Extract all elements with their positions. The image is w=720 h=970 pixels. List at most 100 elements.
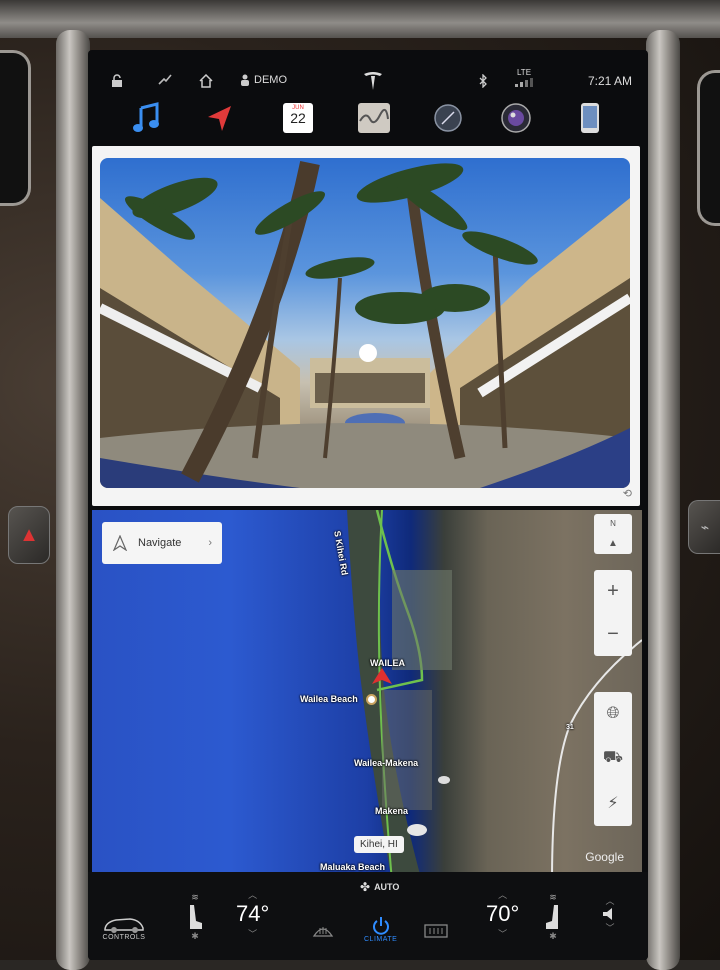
right-air-vent [697,70,720,226]
seat-heat-level-icon: ≋ [191,892,199,902]
place-label-wailea-makena[interactable]: Wailea-Makena [354,758,418,768]
rear-defrost-icon [424,924,448,938]
camera-scene-image [100,160,630,488]
web-icon [434,104,462,132]
compass-button[interactable]: N ▲ [594,514,632,554]
navigate-button[interactable]: Navigate › [102,522,222,564]
calendar-icon: JUN 22 [283,103,313,133]
climate-bar: CONTROLS ≋ ✱ ︿ 74° ﹀ ✤ AUTO CLIMATE ︿ 70… [88,872,648,960]
location-bubble[interactable]: Kihei, HI [354,836,404,853]
place-label-makena[interactable]: Makena [375,806,408,816]
compass-north-label: N [610,519,616,528]
compass-icon: ▲ [608,538,618,549]
zoom-out-button[interactable]: − [607,623,619,646]
place-label-maluaka-beach[interactable]: Maluaka Beach [320,862,385,872]
navigation-app-button[interactable] [200,98,240,138]
seat-icon [546,905,558,929]
phone-app-button[interactable] [570,98,610,138]
left-air-vent [0,50,31,206]
lock-icon[interactable] [110,74,124,88]
car-icon [104,918,144,933]
passenger-temp-down-icon[interactable]: ﹀ [498,927,507,940]
driver-temperature[interactable]: ︿ 74° ﹀ [236,888,269,940]
right-chrome-trim [646,30,680,970]
charging-icon[interactable]: ⚡︎ [607,793,618,813]
place-label-wailea-beach[interactable]: Wailea Beach [300,694,358,704]
seat-heat-level-icon: ≋ [549,892,557,902]
energy-app-button[interactable] [354,98,394,138]
chevron-right-icon: › [208,537,212,549]
status-bar: DEMO LTE 7:21 AM [88,50,648,92]
rear-defrost-button[interactable] [424,924,448,938]
passenger-temperature[interactable]: ︿ 70° ﹀ [486,888,519,940]
satellite-globe-icon[interactable]: 🌐︎ [607,705,620,723]
power-icon [372,917,389,935]
driver-temp-value: 74° [236,901,270,926]
map-options: 🌐︎ ⛟ ⚡︎ [594,692,632,826]
passenger-seat-heater[interactable]: ≋ ✱ [544,892,562,942]
controls-button[interactable]: CONTROLS [102,914,146,941]
camera-flip-icon[interactable]: ⟲ [623,487,632,500]
lightning-icon [158,74,172,86]
speaker-icon [603,908,612,920]
volume-control[interactable]: ︿ ﹀ [602,894,618,934]
climate-label: CLIMATE [364,936,398,943]
calendar-app-button[interactable]: JUN 22 [278,98,318,138]
driver-temp-up-icon[interactable]: ︿ [248,888,257,901]
touchscreen: DEMO LTE 7:21 AM JUN 22 ⟲ Navigate › N ▲… [88,50,648,960]
backup-camera-panel: ⟲ [92,146,640,506]
camera-feed [100,158,630,488]
calendar-day: 22 [290,110,306,126]
camera-icon [501,103,531,133]
fan-auto-control[interactable]: ✤ AUTO [360,880,399,894]
navigation-icon [208,106,231,131]
driver-seat-heater[interactable]: ≋ ✱ [186,892,204,942]
place-label-wailea[interactable]: WAILEA [370,658,405,668]
tesla-logo-icon[interactable] [362,70,384,92]
hazard-icon: ▲ [19,523,39,546]
left-chrome-trim [56,30,90,970]
bluetooth-icon [478,74,488,88]
fan-icon: ✤ [360,880,371,894]
map-attribution: Google [585,850,624,864]
driver-profile[interactable]: DEMO [240,74,287,86]
front-defrost-icon [312,927,334,937]
zoom-controls: + − [594,570,632,656]
vehicle-position-icon [372,668,392,684]
passenger-temp-value: 70° [486,901,520,926]
energy-icon [358,103,390,133]
fan-small-icon: ✱ [549,931,557,941]
glovebox-icon: ⌁ [700,518,710,535]
hazard-button[interactable]: ▲ [8,506,50,564]
traffic-car-icon[interactable]: ⛟ [603,748,623,768]
music-icon [133,102,159,132]
driver-temp-down-icon[interactable]: ﹀ [248,927,257,940]
volume-up-icon[interactable]: ︿ [605,894,614,907]
fan-small-icon: ✱ [191,931,199,941]
front-defrost-button[interactable] [312,924,334,938]
phone-icon [581,103,599,133]
climate-power-button[interactable]: CLIMATE [364,916,397,943]
zoom-in-button[interactable]: + [607,580,619,603]
controls-label: CONTROLS [102,934,146,941]
route-31-label: 31 [566,724,574,731]
navigate-arrow-icon [112,535,128,551]
passenger-temp-up-icon[interactable]: ︿ [498,888,507,901]
clock: 7:21 AM [588,74,633,88]
network-label: LTE [516,68,532,77]
glovebox-button[interactable]: ⌁ [688,500,720,554]
beach-poi-icon[interactable] [366,694,377,705]
web-app-button[interactable] [428,98,468,138]
navigation-map[interactable]: Navigate › N ▲ + − 🌐︎ ⛟ ⚡︎ S Kihei Rd WA… [92,510,642,882]
cellular-signal: LTE [514,68,534,87]
auto-label: AUTO [374,882,400,892]
app-launcher-bar: JUN 22 [88,98,648,148]
camera-app-button[interactable] [496,98,536,138]
music-app-button[interactable] [126,98,166,138]
volume-down-icon[interactable]: ﹀ [605,921,614,934]
signal-bars-icon [515,78,533,87]
navigate-label: Navigate [138,537,182,549]
home-icon[interactable] [198,74,214,88]
dashboard-top-trim [0,0,720,38]
person-icon [241,74,249,86]
